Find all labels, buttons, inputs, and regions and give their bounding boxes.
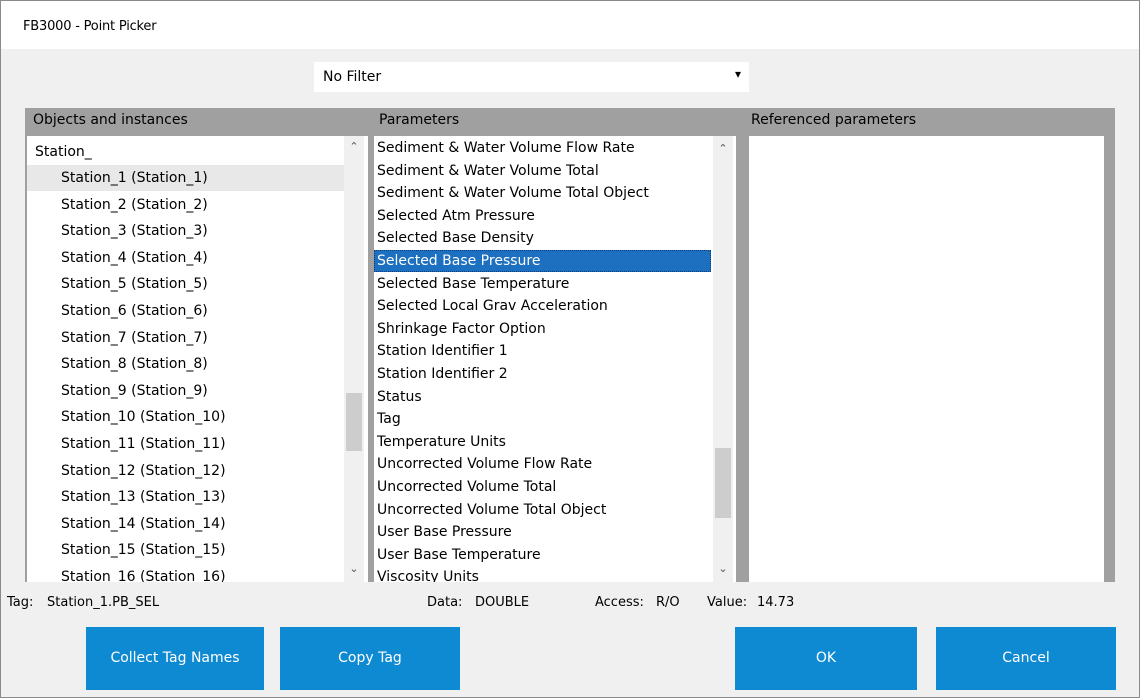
- object-instance-item[interactable]: Station_3 (Station_3): [27, 218, 344, 244]
- parameter-item[interactable]: Uncorrected Volume Total Object: [374, 499, 711, 521]
- parameters-header: Parameters: [379, 112, 460, 128]
- parameter-item[interactable]: Selected Base Density: [374, 227, 711, 249]
- parameters-scroll-thumb[interactable]: [715, 448, 731, 518]
- title-bar: FB3000 - Point Picker: [1, 1, 1139, 49]
- filter-dropdown[interactable]: No Filter ▾: [314, 62, 749, 92]
- objects-list[interactable]: Station_ Station_1 (Station_1) Station_2 …: [27, 136, 368, 582]
- chevron-down-icon: ▾: [734, 67, 741, 81]
- object-instance-item[interactable]: Station_12 (Station_12): [27, 458, 344, 484]
- chevron-down-icon[interactable]: ⌄: [344, 560, 364, 578]
- object-instance-item[interactable]: Station_4 (Station_4): [27, 245, 344, 271]
- parameter-item[interactable]: User Base Temperature: [374, 544, 711, 566]
- access-value: R/O: [656, 595, 680, 610]
- object-instance-item[interactable]: Station_13 (Station_13): [27, 484, 344, 510]
- ok-button[interactable]: OK: [735, 627, 917, 690]
- object-instance-item[interactable]: Station_10 (Station_10): [27, 404, 344, 430]
- objects-header: Objects and instances: [33, 112, 188, 128]
- parameter-item[interactable]: Station Identifier 2: [374, 363, 711, 385]
- referenced-list[interactable]: [749, 136, 1104, 582]
- parameter-item[interactable]: Uncorrected Volume Total: [374, 476, 711, 498]
- chevron-down-icon[interactable]: ⌄: [713, 560, 733, 578]
- referenced-header: Referenced parameters: [751, 112, 917, 128]
- parameter-item[interactable]: Temperature Units: [374, 431, 711, 453]
- parameter-item[interactable]: Sediment & Water Volume Total: [374, 160, 711, 182]
- point-picker-window: FB3000 - Point Picker No Filter ▾ Object…: [0, 0, 1140, 698]
- tag-value: Station_1.PB_SEL: [47, 595, 160, 610]
- object-instance-item[interactable]: Station_9 (Station_9): [27, 378, 344, 404]
- object-instance-item[interactable]: Station_11 (Station_11): [27, 431, 344, 457]
- data-label: Data:: [427, 595, 463, 610]
- tag-label: Tag:: [7, 595, 34, 610]
- object-instance-item[interactable]: Station_1 (Station_1): [27, 165, 344, 191]
- copy-tag-button[interactable]: Copy Tag: [280, 627, 460, 690]
- value-label: Value:: [707, 595, 748, 610]
- chevron-up-icon[interactable]: ⌃: [344, 138, 364, 156]
- parameter-item[interactable]: Tag: [374, 408, 711, 430]
- objects-panel: Objects and instances Station_ Station_1…: [25, 108, 372, 582]
- parameter-item[interactable]: Sediment & Water Volume Flow Rate: [374, 137, 711, 159]
- parameter-item[interactable]: Status: [374, 386, 711, 408]
- parameters-list[interactable]: Sediment & Water Volume Flow Rate Sedimen…: [374, 136, 736, 582]
- filter-value: No Filter: [323, 69, 382, 85]
- parameter-item[interactable]: Uncorrected Volume Flow Rate: [374, 453, 711, 475]
- parameter-item[interactable]: Sediment & Water Volume Total Object: [374, 182, 711, 204]
- object-group-station[interactable]: Station_: [35, 139, 92, 165]
- object-instance-item[interactable]: Station_2 (Station_2): [27, 192, 344, 218]
- value-value: 14.73: [757, 595, 795, 610]
- parameter-item[interactable]: Viscosity Units: [374, 566, 711, 582]
- referenced-panel: Referenced parameters: [740, 108, 1115, 582]
- cancel-button[interactable]: Cancel: [936, 627, 1116, 690]
- parameter-item[interactable]: Station Identifier 1: [374, 340, 711, 362]
- data-value: DOUBLE: [475, 595, 530, 610]
- object-instance-item[interactable]: Station_16 (Station_16): [27, 564, 344, 582]
- objects-scrollbar[interactable]: ⌃ ⌄: [344, 136, 364, 582]
- parameter-item[interactable]: Selected Local Grav Acceleration: [374, 295, 711, 317]
- object-instance-item[interactable]: Station_6 (Station_6): [27, 298, 344, 324]
- collect-tag-names-button[interactable]: Collect Tag Names: [86, 627, 264, 690]
- object-instance-item[interactable]: Station_5 (Station_5): [27, 271, 344, 297]
- window-title: FB3000 - Point Picker: [23, 19, 157, 34]
- object-instance-item[interactable]: Station_8 (Station_8): [27, 351, 344, 377]
- parameter-item[interactable]: User Base Pressure: [374, 521, 711, 543]
- objects-scroll-thumb[interactable]: [346, 393, 362, 451]
- parameters-scrollbar[interactable]: ⌃ ⌄: [713, 136, 733, 582]
- object-instance-item[interactable]: Station_7 (Station_7): [27, 325, 344, 351]
- object-instance-item[interactable]: Station_15 (Station_15): [27, 537, 344, 563]
- parameter-item[interactable]: Shrinkage Factor Option: [374, 318, 711, 340]
- access-label: Access:: [595, 595, 644, 610]
- object-instance-item[interactable]: Station_14 (Station_14): [27, 511, 344, 537]
- parameters-panel: Parameters Sediment & Water Volume Flow …: [372, 108, 740, 582]
- parameter-item[interactable]: Selected Base Pressure: [374, 250, 711, 272]
- chevron-up-icon[interactable]: ⌃: [713, 140, 733, 158]
- parameter-item[interactable]: Selected Base Temperature: [374, 273, 711, 295]
- parameter-item[interactable]: Selected Atm Pressure: [374, 205, 711, 227]
